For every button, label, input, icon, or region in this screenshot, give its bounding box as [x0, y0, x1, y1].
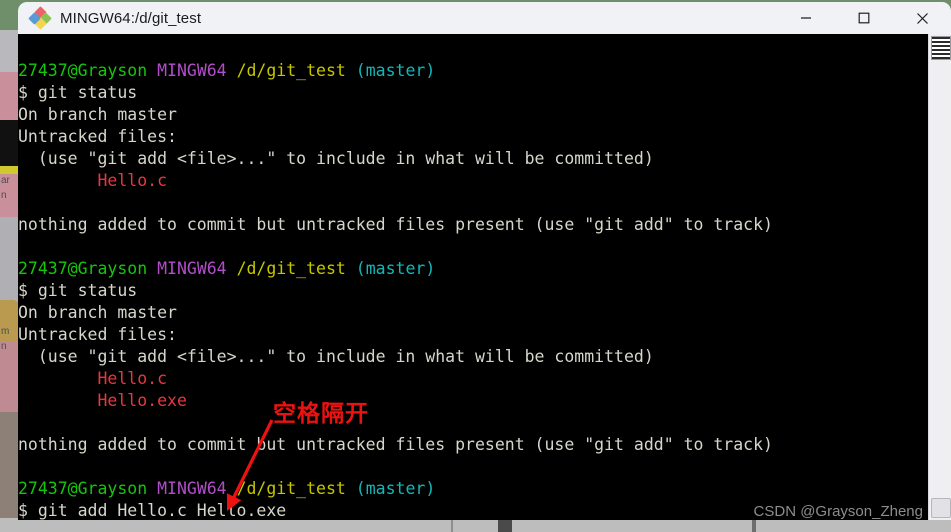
- close-button[interactable]: [893, 2, 951, 34]
- terminal-segment: /d/git_test: [236, 259, 346, 278]
- terminal-segment: [227, 479, 237, 498]
- terminal-line: $ git status: [18, 280, 928, 302]
- terminal-scrollbar[interactable]: [928, 34, 951, 520]
- maximize-button[interactable]: [835, 2, 893, 34]
- terminal-segment: /d/git_test: [236, 479, 346, 498]
- terminal-segment: Hello.exe: [18, 391, 187, 410]
- terminal-segment: [346, 61, 356, 80]
- scrollbar-end-button[interactable]: [931, 498, 951, 518]
- terminal-segment: nothing added to commit but untracked fi…: [18, 435, 773, 454]
- terminal-segment: [147, 259, 157, 278]
- window-titlebar[interactable]: MINGW64:/d/git_test: [18, 2, 951, 34]
- terminal-segment: $ git status: [18, 83, 138, 102]
- background-text-fragment: n: [1, 190, 7, 201]
- background-fleck-yellow: [0, 166, 18, 174]
- terminal-line: Hello.exe: [18, 390, 928, 412]
- terminal-segment: MINGW64: [157, 479, 227, 498]
- minimize-button[interactable]: [777, 2, 835, 34]
- terminal-segment: MINGW64: [157, 61, 227, 80]
- terminal-segment: /d/git_test: [236, 61, 346, 80]
- background-text-fragment: m: [1, 326, 10, 337]
- scrollbar-thumb[interactable]: [931, 36, 951, 60]
- terminal-segment: nothing added to commit but untracked fi…: [18, 215, 773, 234]
- window-title: MINGW64:/d/git_test: [60, 9, 202, 27]
- window-controls: [777, 2, 951, 34]
- mingw-diamonds-icon: [28, 6, 52, 30]
- mingw64-window: MINGW64:/d/git_test 27437@Grayson MINGW6…: [18, 2, 951, 520]
- terminal-line: Untracked files:: [18, 126, 928, 148]
- terminal-line: Hello.c: [18, 368, 928, 390]
- background-fleck-dark: [0, 120, 18, 166]
- terminal-line: nothing added to commit but untracked fi…: [18, 434, 928, 456]
- terminal-segment: On branch master: [18, 105, 177, 124]
- terminal-segment: [147, 479, 157, 498]
- terminal-segment: [346, 479, 356, 498]
- terminal-line: On branch master: [18, 104, 928, 126]
- terminal-line: (use "git add <file>..." to include in w…: [18, 346, 928, 368]
- terminal-line: On branch master: [18, 302, 928, 324]
- terminal-line: $ git status: [18, 82, 928, 104]
- terminal-segment: (use "git add <file>..." to include in w…: [18, 347, 654, 366]
- terminal-segment: 27437@Grayson: [18, 259, 148, 278]
- terminal-output[interactable]: 27437@Grayson MINGW64 /d/git_test (maste…: [18, 34, 928, 520]
- terminal-segment: Hello.c: [18, 171, 168, 190]
- terminal-segment: (use "git add <file>..." to include in w…: [18, 149, 654, 168]
- terminal-segment: $ git status: [18, 281, 138, 300]
- terminal-segment: Untracked files:: [18, 127, 177, 146]
- terminal-segment: (master): [355, 259, 436, 278]
- terminal-segment: MINGW64: [157, 259, 227, 278]
- terminal-segment: 27437@Grayson: [18, 61, 148, 80]
- terminal-line: Untracked files:: [18, 324, 928, 346]
- taskbar-tick: [451, 520, 453, 532]
- taskbar-tick: [498, 520, 512, 532]
- terminal-segment: 27437@Grayson: [18, 479, 148, 498]
- terminal-area: 27437@Grayson MINGW64 /d/git_test (maste…: [18, 34, 951, 520]
- terminal-segment: [227, 61, 237, 80]
- terminal-line-list: 27437@Grayson MINGW64 /d/git_test (maste…: [18, 60, 928, 520]
- csdn-watermark: CSDN @Grayson_Zheng: [753, 503, 923, 520]
- terminal-line: Hello.c: [18, 170, 928, 192]
- terminal-segment: (master): [355, 61, 436, 80]
- terminal-segment: Untracked files:: [18, 325, 177, 344]
- terminal-line: 27437@Grayson MINGW64 /d/git_test (maste…: [18, 258, 928, 280]
- terminal-line: (use "git add <file>..." to include in w…: [18, 148, 928, 170]
- terminal-segment: [346, 259, 356, 278]
- terminal-segment: [227, 259, 237, 278]
- terminal-segment: (master): [355, 479, 436, 498]
- terminal-segment: $ git add Hello.c Hello.exe: [18, 501, 287, 520]
- terminal-segment: Hello.c: [18, 369, 168, 388]
- terminal-line: nothing added to commit but untracked fi…: [18, 214, 928, 236]
- terminal-segment: On branch master: [18, 303, 177, 322]
- terminal-line: 27437@Grayson MINGW64 /d/git_test (maste…: [18, 60, 928, 82]
- taskbar-strip: [0, 518, 951, 532]
- background-text-fragment: ar: [1, 175, 10, 186]
- taskbar-tick: [752, 520, 756, 532]
- background-text-fragment: n: [1, 341, 7, 352]
- terminal-line: 27437@Grayson MINGW64 /d/git_test (maste…: [18, 478, 928, 500]
- terminal-segment: [147, 61, 157, 80]
